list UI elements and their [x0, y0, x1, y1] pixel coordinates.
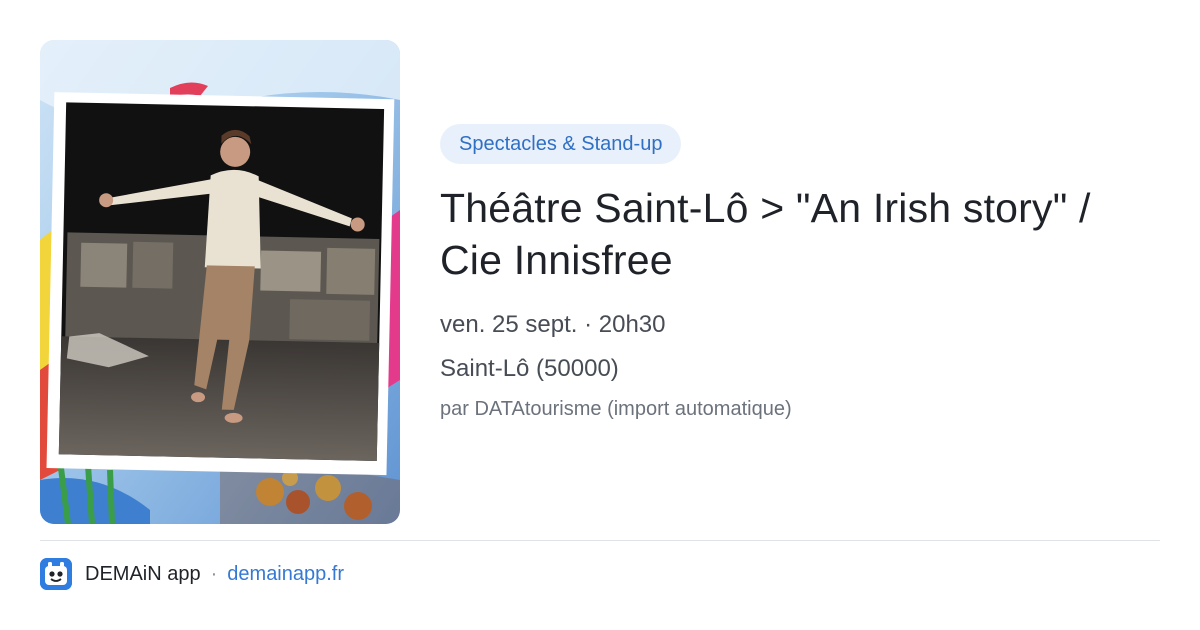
event-details: Spectacles & Stand-up Théâtre Saint-Lô >…: [440, 124, 1160, 422]
event-photo: [40, 40, 400, 524]
category-badge[interactable]: Spectacles & Stand-up: [440, 124, 682, 164]
event-image: [40, 40, 400, 524]
footer-separator: ·: [210, 562, 218, 585]
footer: DEMAiN app · demainapp.fr: [40, 558, 344, 590]
divider: [40, 540, 1160, 541]
app-url-link[interactable]: demainapp.fr: [227, 563, 344, 586]
link-preview-card[interactable]: Spectacles & Stand-up Théâtre Saint-Lô >…: [0, 0, 1200, 630]
event-source: par DATAtourisme (import automatique): [440, 398, 792, 420]
event-date: ven. 25 sept. · 20h30: [440, 311, 666, 338]
app-name: DEMAiN app: [85, 562, 201, 585]
event-location: Saint-Lô (50000): [440, 355, 619, 382]
demain-app-logo-icon: [40, 558, 72, 590]
event-title[interactable]: Théâtre Saint-Lô > "An Irish story" / Ci…: [440, 182, 1160, 286]
